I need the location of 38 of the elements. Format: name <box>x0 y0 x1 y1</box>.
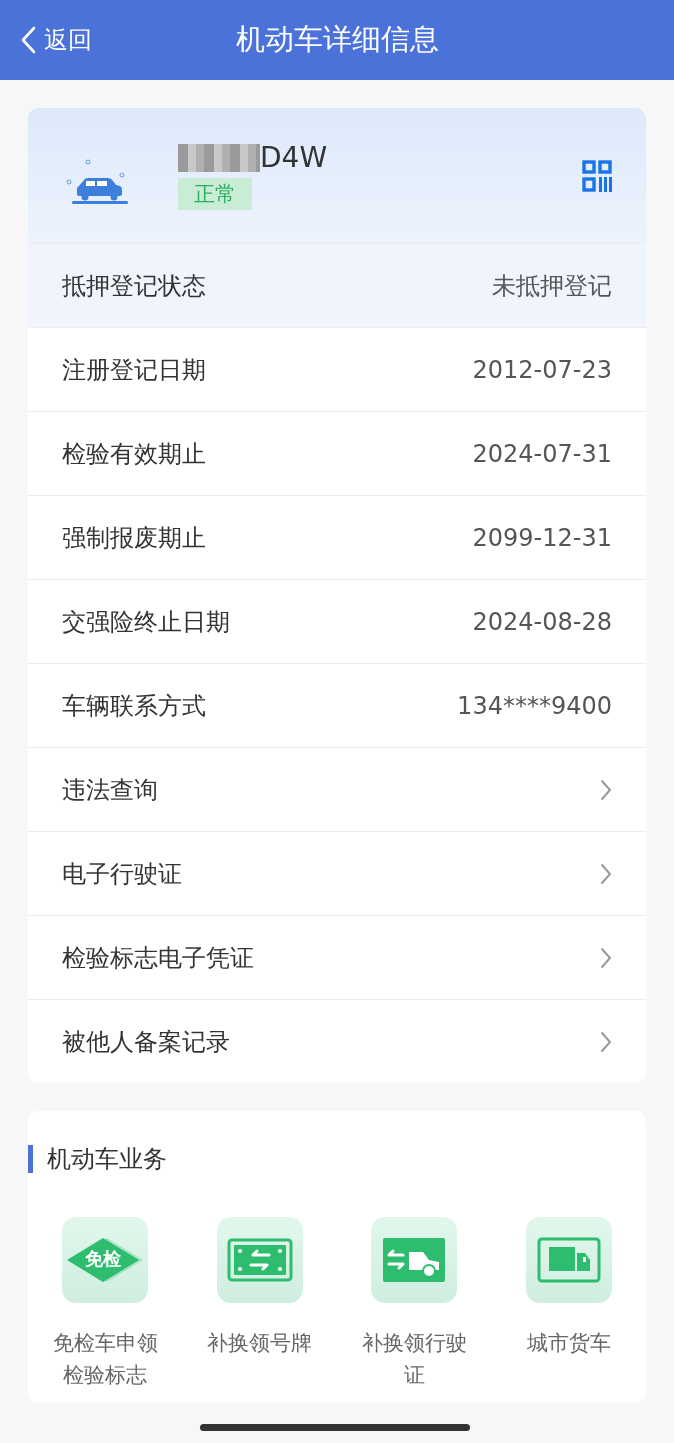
chevron-right-icon <box>600 778 612 801</box>
row-label: 车辆联系方式 <box>62 690 206 722</box>
license-plate-icon <box>226 1238 293 1282</box>
status-badge: 正常 <box>178 178 252 210</box>
back-icon <box>20 26 36 54</box>
truck-icon <box>536 1237 601 1283</box>
qr-code-icon[interactable] <box>582 159 612 192</box>
row-value: 2012-07-23 <box>472 355 612 384</box>
page-title: 机动车详细信息 <box>235 21 439 58</box>
menu-row[interactable]: 电子行驶证 <box>28 831 646 915</box>
chevron-right-icon <box>600 1030 612 1053</box>
row-label: 检验标志电子凭证 <box>62 942 254 974</box>
plate-number: D4W <box>260 141 328 174</box>
row-value: 2024-07-31 <box>472 439 612 468</box>
row-label: 违法查询 <box>62 774 158 806</box>
service-item[interactable]: 免检 免检车申领检验标志 <box>28 1217 183 1391</box>
row-value: 未抵押登记 <box>492 270 612 302</box>
service-item[interactable]: 补换领号牌 <box>182 1217 337 1391</box>
row-value: 2099-12-31 <box>472 523 612 552</box>
row-label: 强制报废期止 <box>62 522 206 554</box>
section-title: 机动车业务 <box>28 1145 646 1173</box>
menu-row[interactable]: 违法查询 <box>28 747 646 831</box>
swap-car-icon <box>383 1238 446 1282</box>
row-label: 交强险终止日期 <box>62 606 230 638</box>
menu-row[interactable]: 被他人备案记录 <box>28 999 646 1083</box>
back-button[interactable]: 返回 <box>20 24 92 56</box>
row-label: 注册登记日期 <box>62 354 206 386</box>
chevron-right-icon <box>600 946 612 969</box>
row-label: 抵押登记状态 <box>62 270 206 302</box>
chevron-right-icon <box>600 862 612 885</box>
row-label: 电子行驶证 <box>62 858 182 890</box>
row-label: 被他人备案记录 <box>62 1026 230 1058</box>
menu-row[interactable]: 检验标志电子凭证 <box>28 915 646 999</box>
service-item[interactable]: 补换领行驶证 <box>337 1217 492 1391</box>
row-label: 检验有效期止 <box>62 438 206 470</box>
service-item[interactable]: 城市货车 <box>491 1217 646 1391</box>
row-value: 2024-08-28 <box>472 607 612 636</box>
row-value: 134****9400 <box>457 691 612 720</box>
